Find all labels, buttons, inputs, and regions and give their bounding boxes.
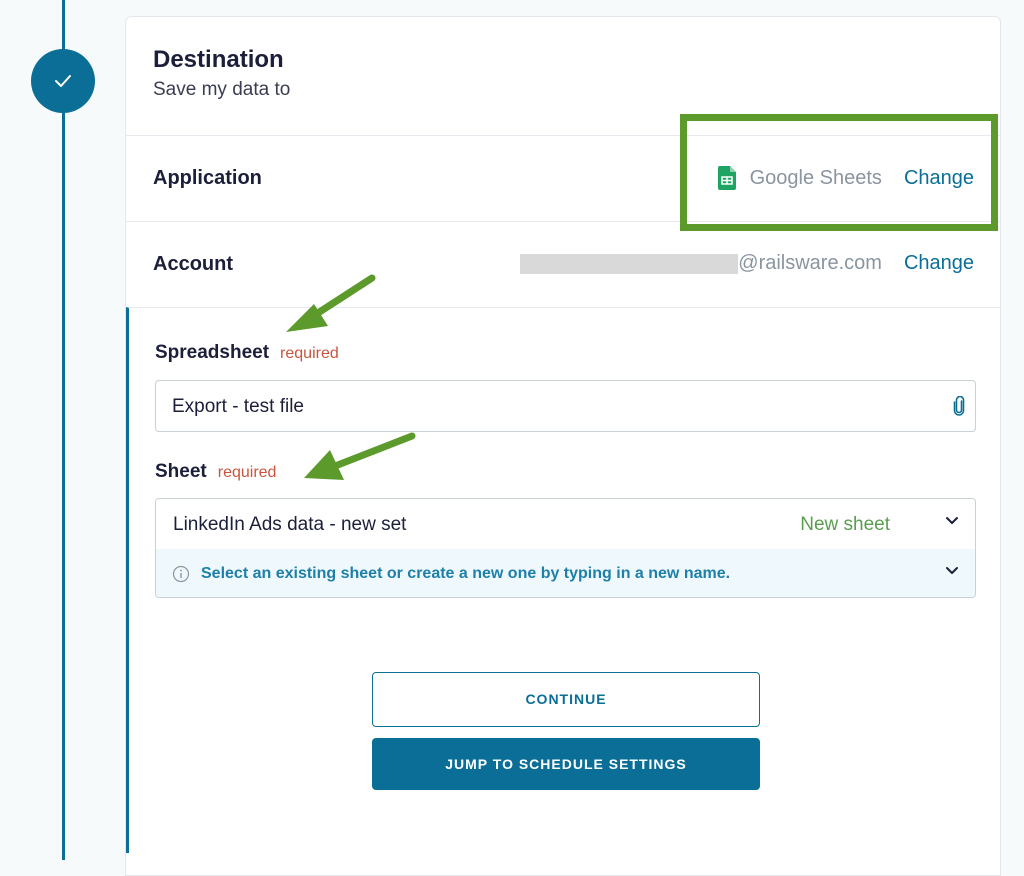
redacted-email-mask: [520, 253, 739, 274]
page-subtitle: Save my data to: [153, 79, 291, 100]
change-account-link[interactable]: Change: [904, 252, 974, 275]
sheet-select[interactable]: LinkedIn Ads data - new set New sheet: [156, 499, 975, 550]
sheet-required-badge: required: [217, 464, 277, 481]
page-title: Destination: [153, 46, 284, 73]
info-icon: [172, 565, 190, 583]
application-label: Application: [153, 167, 262, 189]
chevron-down-icon[interactable]: [945, 566, 959, 576]
sheet-hint-row[interactable]: Select an existing sheet or create a new…: [156, 549, 975, 597]
chevron-down-icon[interactable]: [945, 516, 959, 526]
checkmark-icon: [55, 75, 71, 87]
sheet-label: Sheet: [155, 461, 207, 482]
sheet-hint-text: Select an existing sheet or create a new…: [201, 565, 731, 582]
sheet-field-label: Sheet required: [155, 461, 276, 483]
new-sheet-badge: New sheet: [800, 514, 890, 535]
sheet-value: LinkedIn Ads data - new set: [173, 514, 407, 535]
account-email-domain: @railsware.com: [738, 252, 882, 274]
sheet-settings-section: Spreadsheet required Export - test file …: [126, 307, 1000, 853]
jump-to-schedule-button[interactable]: JUMP TO SCHEDULE SETTINGS: [372, 738, 760, 790]
highlight-box: [680, 114, 998, 231]
spreadsheet-field-label: Spreadsheet required: [155, 342, 339, 364]
account-row: Account @railsware.com Change: [126, 221, 1000, 307]
annotation-arrow-spreadsheet-icon: [286, 274, 376, 332]
annotation-arrow-sheet-icon: [304, 432, 416, 480]
continue-button[interactable]: CONTINUE: [372, 672, 760, 727]
paperclip-icon[interactable]: [953, 396, 965, 416]
spreadsheet-required-badge: required: [280, 345, 339, 362]
account-label: Account: [153, 253, 233, 275]
account-value: @railsware.com Change: [520, 252, 974, 275]
sheet-select-group: LinkedIn Ads data - new set New sheet Se…: [155, 498, 976, 598]
spreadsheet-input[interactable]: Export - test file: [155, 380, 976, 432]
card-header: Destination Save my data to: [153, 45, 290, 101]
spreadsheet-value: Export - test file: [172, 396, 304, 417]
spreadsheet-label: Spreadsheet: [155, 342, 270, 363]
step-complete-indicator: [31, 49, 95, 113]
timeline-line: [62, 0, 65, 860]
